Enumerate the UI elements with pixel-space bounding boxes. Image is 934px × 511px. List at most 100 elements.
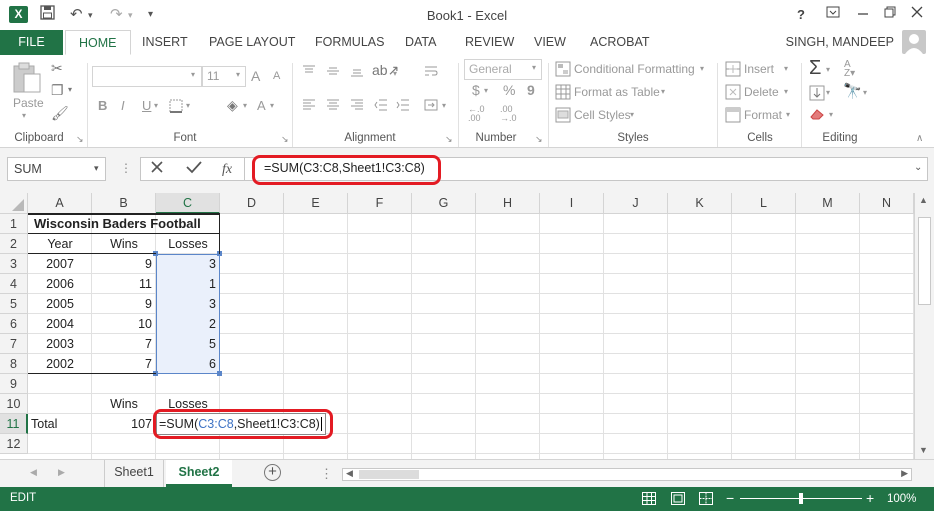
decrease-decimal-icon[interactable]: .00 →.0 [500,105,517,123]
column-header[interactable]: E [284,193,348,214]
align-right-icon[interactable] [350,99,364,114]
delete-cells-dropdown-icon[interactable]: ▾ [784,87,788,96]
borders-icon[interactable] [169,99,183,116]
next-sheet-icon[interactable]: ▶ [58,467,65,478]
new-sheet-icon[interactable]: + [264,464,281,481]
expand-formula-bar-icon[interactable]: ⌄ [914,162,922,173]
column-header[interactable]: J [604,193,668,214]
conditional-formatting-button[interactable]: Conditional Formatting [574,62,695,76]
orientation-dropdown-icon[interactable]: ▾ [393,69,397,78]
cell-year[interactable]: 2003 [28,334,92,354]
row-header[interactable]: 12 [0,434,28,454]
restore-icon[interactable] [884,5,896,23]
name-box-dropdown-icon[interactable]: ▾ [94,163,99,174]
select-all-button[interactable] [0,193,28,214]
cut-icon[interactable]: ✂ [51,60,63,77]
clear-icon[interactable] [809,107,827,124]
avatar[interactable] [902,30,926,54]
zoom-in-button[interactable]: + [866,490,874,506]
scroll-left-icon[interactable]: ◀ [346,468,353,479]
font-launcher-icon[interactable]: ↘ [281,134,289,145]
borders-dropdown-icon[interactable]: ▾ [186,101,190,110]
cell-wins[interactable]: 9 [92,294,156,314]
fill-dropdown-icon[interactable]: ▾ [826,88,830,97]
scroll-right-icon[interactable]: ▶ [901,468,908,479]
header-year[interactable]: Year [28,234,92,254]
format-as-table-icon[interactable] [555,84,571,103]
autosum-dropdown-icon[interactable]: ▾ [826,65,830,74]
clipboard-launcher-icon[interactable]: ↘ [76,134,84,145]
merge-dropdown-icon[interactable]: ▾ [442,101,446,110]
align-center-icon[interactable] [326,99,340,114]
clear-dropdown-icon[interactable]: ▾ [829,110,833,119]
scroll-down-icon[interactable]: ▼ [919,445,928,455]
shrink-font-button[interactable]: A [273,70,280,82]
cell-year[interactable]: 2006 [28,274,92,294]
cell-b11[interactable]: 107 [92,414,156,434]
row-header[interactable]: 7 [0,334,28,354]
cell-wins[interactable]: 7 [92,354,156,374]
row-header[interactable]: 9 [0,374,28,394]
tab-data[interactable]: DATA [392,30,449,55]
sheet-title[interactable]: Wisconsin Baders Football [34,214,201,234]
sheet-tab-sheet2[interactable]: Sheet2 [166,460,232,487]
paste-icon[interactable] [12,60,42,97]
column-header[interactable]: D [220,193,284,214]
cell-year[interactable]: 2005 [28,294,92,314]
cell-b10[interactable]: Wins [92,394,156,414]
wrap-text-icon[interactable] [424,65,438,80]
zoom-slider-thumb[interactable] [799,493,803,504]
merge-center-icon[interactable] [424,99,438,114]
paste-dropdown-icon[interactable]: ▾ [22,111,26,120]
cell-losses[interactable]: 2 [156,314,220,334]
page-break-view-icon[interactable] [699,492,713,508]
cancel-icon[interactable] [150,160,164,179]
header-wins[interactable]: Wins [92,234,156,254]
number-format-dropdown-icon[interactable]: ▾ [532,63,536,72]
paste-button[interactable]: Paste [13,96,44,110]
cell-styles-button[interactable]: Cell Styles [574,108,631,122]
fill-color-dropdown-icon[interactable]: ▾ [243,101,247,110]
help-icon[interactable]: ? [797,7,805,22]
tab-file[interactable]: FILE [0,30,63,55]
delete-cells-button[interactable]: Delete [744,85,779,99]
name-box[interactable]: SUM [7,157,106,181]
tab-formulas[interactable]: FORMULAS [302,30,397,55]
vertical-scrollbar[interactable]: ▲ ▼ [914,193,934,459]
font-name-dropdown-icon[interactable]: ▾ [191,70,195,79]
fill-color-icon[interactable]: ◈ [227,97,238,114]
enter-icon[interactable] [186,160,202,179]
vertical-scroll-thumb[interactable] [918,217,931,305]
cell-a11[interactable]: Total [31,414,57,434]
insert-cells-dropdown-icon[interactable]: ▾ [784,64,788,73]
insert-cells-icon[interactable] [725,61,741,80]
row-header[interactable]: 8 [0,354,28,374]
tab-insert[interactable]: INSERT [129,30,201,55]
zoom-out-button[interactable]: − [726,490,734,506]
alignment-launcher-icon[interactable]: ↘ [445,134,453,145]
font-color-button[interactable]: A [257,98,266,113]
font-size-dropdown-icon[interactable]: ▾ [236,70,240,79]
cell-losses[interactable]: 3 [156,294,220,314]
comma-button[interactable]: 9 [527,82,535,98]
column-header[interactable]: B [92,193,156,214]
align-middle-icon[interactable] [326,65,340,80]
tab-split-grip-icon[interactable]: ⋮ [320,466,333,482]
increase-decimal-icon[interactable]: ←.0.00 [468,105,485,123]
column-header[interactable]: F [348,193,412,214]
align-left-icon[interactable] [302,99,316,114]
tab-acrobat[interactable]: ACROBAT [577,30,663,55]
cell-year[interactable]: 2002 [28,354,92,374]
conditional-formatting-icon[interactable] [555,61,571,80]
autosum-icon[interactable]: Σ [809,57,821,80]
column-header[interactable]: N [860,193,914,214]
format-cells-icon[interactable] [725,107,741,126]
format-cells-button[interactable]: Format [744,108,782,122]
column-header[interactable]: L [732,193,796,214]
column-header[interactable]: H [476,193,540,214]
tab-review[interactable]: REVIEW [452,30,527,55]
cell-losses[interactable]: 6 [156,354,220,374]
cell-styles-dropdown-icon[interactable]: ▾ [630,110,634,119]
insert-cells-button[interactable]: Insert [744,62,774,76]
cell-styles-icon[interactable] [555,107,571,126]
